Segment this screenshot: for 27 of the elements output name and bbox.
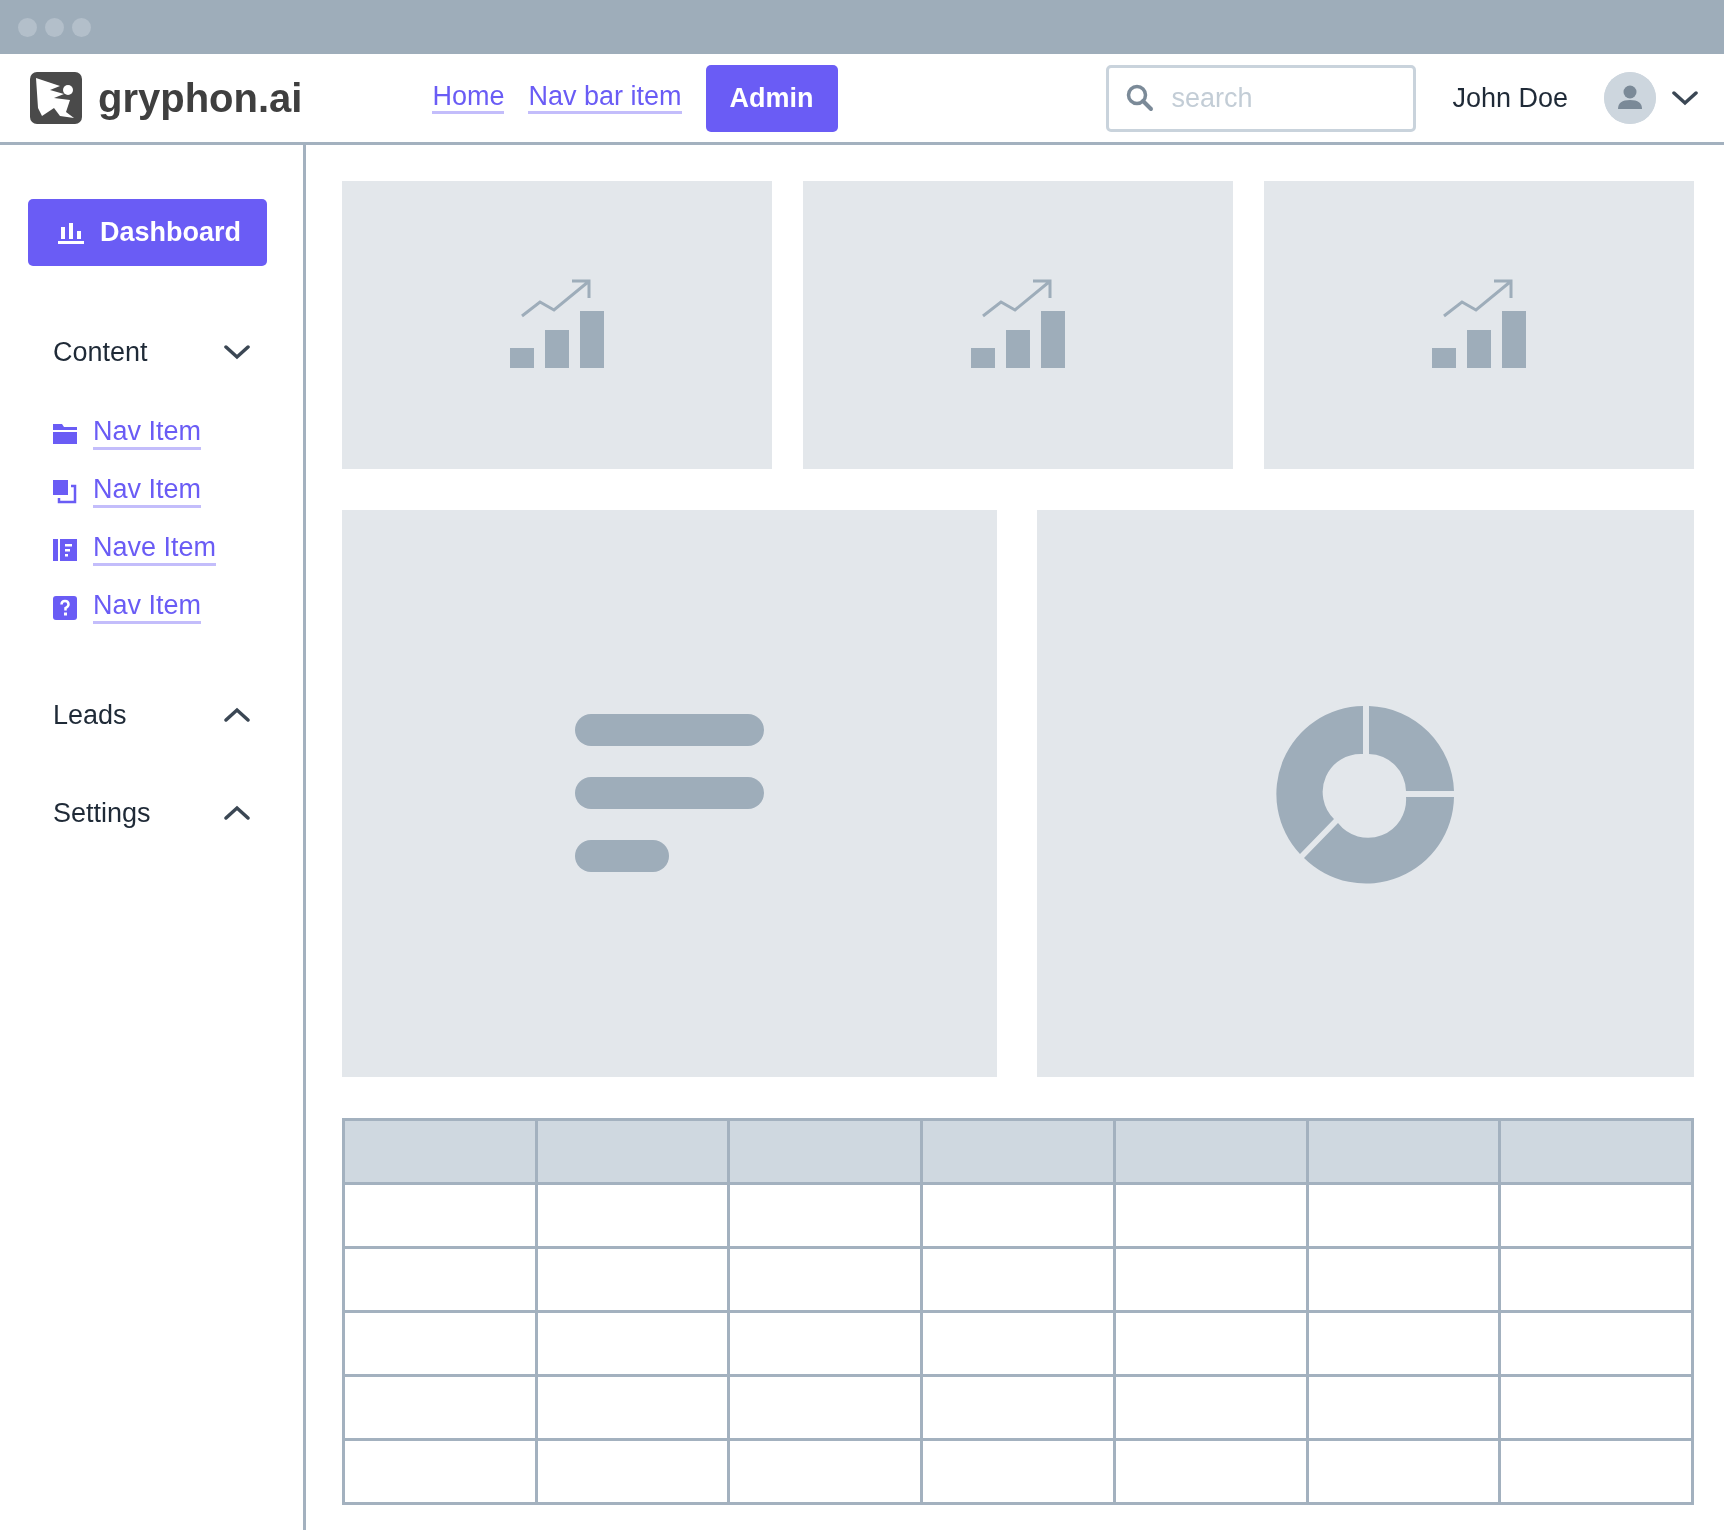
section-header[interactable]: Leads	[28, 694, 250, 735]
search-field[interactable]: search	[1106, 64, 1417, 132]
nav-item[interactable]: Nav Item	[93, 591, 202, 624]
donut-chart-icon	[1275, 703, 1456, 884]
chevron-down-icon[interactable]	[1672, 90, 1698, 106]
chevron-up-icon	[224, 805, 250, 822]
list-icon	[53, 537, 77, 562]
nav-link[interactable]: Nav bar item	[528, 81, 682, 115]
folder-icon	[53, 421, 77, 446]
section-header[interactable]: Settings	[28, 793, 250, 834]
text-lines-icon	[574, 713, 765, 874]
nav-item[interactable]: Nave Item	[93, 533, 217, 566]
user-name: John Doe	[1452, 81, 1568, 115]
dashboard-button[interactable]: Dashboard	[28, 199, 267, 266]
logo-icon	[30, 72, 82, 124]
admin-button[interactable]: Admin	[705, 64, 838, 132]
section-header[interactable]: Content	[28, 332, 250, 373]
brand-name: gryphon.ai	[98, 75, 303, 122]
nav-link[interactable]: Home	[432, 81, 505, 115]
nav-item[interactable]: Nav Item	[93, 417, 202, 450]
bar-chart-icon	[58, 220, 84, 245]
chevron-up-icon	[224, 706, 250, 723]
help-icon	[53, 595, 77, 620]
nav-item[interactable]: Nav Item	[93, 475, 202, 508]
copy-icon	[53, 479, 77, 504]
avatar-icon[interactable]	[1604, 72, 1656, 124]
chevron-down-icon	[224, 344, 250, 361]
